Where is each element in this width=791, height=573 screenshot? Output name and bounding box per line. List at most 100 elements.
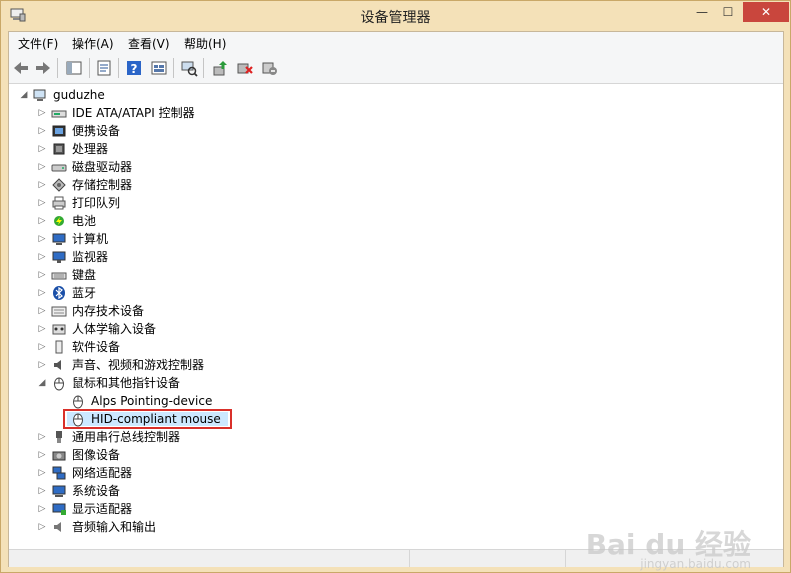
expand-arrow-icon[interactable]: ▷	[37, 122, 47, 140]
expand-arrow-icon[interactable]: ▷	[37, 158, 47, 176]
portable-device-icon	[52, 125, 66, 137]
close-button[interactable]: ✕	[743, 2, 789, 22]
expand-arrow-icon[interactable]: ▷	[37, 212, 47, 230]
toolbar: ?	[9, 53, 783, 84]
menu-file[interactable]: 文件(F)	[18, 35, 58, 52]
tree-category-node[interactable]: ▷ 显示适配器	[10, 500, 770, 518]
expand-arrow-icon[interactable]: ▷	[37, 428, 47, 446]
root-computer-icon	[33, 89, 46, 101]
back-icon[interactable]	[12, 59, 30, 77]
tree-node-label: Alps Pointing-device	[91, 394, 213, 408]
expand-arrow-icon[interactable]: ▷	[37, 464, 47, 482]
tree-node-label: 键盘	[72, 268, 97, 282]
view-icon[interactable]	[150, 59, 168, 77]
tree-category-node[interactable]: ▷ 蓝牙	[10, 284, 770, 302]
update-driver-icon[interactable]	[212, 59, 230, 77]
expand-arrow-icon[interactable]: ▷	[37, 338, 47, 356]
disable-device-icon[interactable]	[236, 59, 254, 77]
status-cell	[409, 550, 566, 567]
scan-hardware-icon[interactable]	[180, 59, 198, 77]
menu-help[interactable]: 帮助(H)	[184, 35, 226, 52]
expand-arrow-icon[interactable]: ▷	[37, 104, 47, 122]
expand-arrow-icon[interactable]: ▷	[37, 446, 47, 464]
tree-category-node[interactable]: ▷ 监视器	[10, 248, 770, 266]
forward-icon[interactable]	[34, 59, 52, 77]
expand-arrow-icon[interactable]: ▷	[37, 518, 47, 536]
usb-icon	[56, 431, 62, 443]
tree-node-label: 监视器	[72, 250, 109, 264]
disk-drive-icon	[51, 164, 67, 172]
tree-node-label: 鼠标和其他指针设备	[72, 376, 181, 390]
tree-root-node[interactable]: ◢ guduzhe	[10, 86, 770, 104]
tree-category-node[interactable]: ◢ 鼠标和其他指针设备	[10, 374, 770, 392]
tree-category-node[interactable]: ▷ 软件设备	[10, 338, 770, 356]
tree-device-node[interactable]: Alps Pointing-device	[10, 392, 770, 410]
hid-icon	[52, 324, 66, 335]
tree-category-node[interactable]: ▷ 系统设备	[10, 482, 770, 500]
tree-category-node[interactable]: ▷ 通用串行总线控制器	[10, 428, 770, 446]
battery-icon	[54, 216, 64, 226]
tree-category-node[interactable]: ▷ 打印队列	[10, 194, 770, 212]
expand-arrow-icon[interactable]: ▷	[37, 302, 47, 320]
expand-arrow-icon[interactable]: ▷	[37, 500, 47, 518]
uninstall-device-icon[interactable]	[260, 59, 278, 77]
tree-node-label: 通用串行总线控制器	[72, 430, 181, 444]
tree-node-label: 电池	[72, 214, 97, 228]
maximize-button[interactable]: ☐	[715, 2, 741, 22]
monitor-icon	[52, 251, 66, 263]
expand-arrow-icon[interactable]: ▷	[37, 482, 47, 500]
tree-category-node[interactable]: ▷ 键盘	[10, 266, 770, 284]
title-bar[interactable]: 设备管理器 — ☐ ✕	[1, 1, 790, 31]
help-icon[interactable]: ?	[125, 59, 143, 77]
tree-category-node[interactable]: ▷ 磁盘驱动器	[10, 158, 770, 176]
tree-category-node[interactable]: ▷ 内存技术设备	[10, 302, 770, 320]
toolbar-separator	[57, 58, 58, 78]
tree-node-label: 处理器	[72, 142, 109, 156]
expand-arrow-icon[interactable]: ▷	[37, 266, 47, 284]
keyboard-icon	[51, 272, 67, 280]
system-device-icon	[52, 485, 66, 497]
expand-arrow-icon[interactable]: ▷	[37, 230, 47, 248]
tree-category-node[interactable]: ▷ 声音、视频和游戏控制器	[10, 356, 770, 374]
expand-arrow-icon[interactable]: ▷	[37, 194, 47, 212]
tree-category-node[interactable]: ▷ IDE ATA/ATAPI 控制器	[10, 104, 770, 122]
collapse-arrow-icon[interactable]: ◢	[37, 374, 47, 392]
properties-icon[interactable]	[95, 59, 113, 77]
network-adapter-icon	[52, 466, 66, 480]
toolbar-separator	[89, 58, 90, 78]
bluetooth-icon	[53, 286, 65, 300]
expand-arrow-icon[interactable]: ▷	[37, 320, 47, 338]
minimize-button[interactable]: —	[689, 2, 715, 22]
expand-arrow-icon[interactable]: ▷	[37, 140, 47, 158]
tree-node-label: 网络适配器	[72, 466, 133, 480]
menu-view[interactable]: 查看(V)	[128, 35, 170, 52]
menu-action[interactable]: 操作(A)	[72, 35, 114, 52]
sound-icon	[54, 360, 61, 370]
tree-category-node[interactable]: ▷ 便携设备	[10, 122, 770, 140]
tree-category-node[interactable]: ▷ 电池	[10, 212, 770, 230]
device-manager-window: 设备管理器 — ☐ ✕ 文件(F) 操作(A) 查看(V) 帮助(H) ? ◢ …	[0, 0, 791, 573]
device-tree[interactable]: ◢ guduzhe ▷ IDE ATA/ATAPI 控制器 ▷ 便携设备 ▷ 处理器 ▷ 磁盘驱动…	[10, 84, 782, 549]
toolbar-separator	[203, 58, 204, 78]
tree-category-node[interactable]: ▷ 网络适配器	[10, 464, 770, 482]
tree-category-node[interactable]: ▷ 计算机	[10, 230, 770, 248]
tree-node-label: IDE ATA/ATAPI 控制器	[72, 106, 195, 120]
tree-node-label: 人体学输入设备	[72, 322, 157, 336]
tree-node-label: 显示适配器	[72, 502, 133, 516]
expand-arrow-icon[interactable]: ▷	[37, 176, 47, 194]
collapse-arrow-icon[interactable]: ◢	[19, 86, 29, 104]
expand-arrow-icon[interactable]: ▷	[37, 356, 47, 374]
mouse-icon	[73, 395, 83, 409]
tree-category-node[interactable]: ▷ 处理器	[10, 140, 770, 158]
tree-category-node[interactable]: ▷ 存储控制器	[10, 176, 770, 194]
expand-arrow-icon[interactable]: ▷	[37, 284, 47, 302]
storage-controller-icon	[52, 178, 66, 192]
tree-category-node[interactable]: ▷ 人体学输入设备	[10, 320, 770, 338]
tree-node-label: 软件设备	[72, 340, 121, 354]
window-title: 设备管理器	[360, 10, 431, 26]
display-adapter-icon	[52, 503, 66, 515]
expand-arrow-icon[interactable]: ▷	[37, 248, 47, 266]
tree-category-node[interactable]: ▷ 图像设备	[10, 446, 770, 464]
toolbar-separator	[118, 58, 119, 78]
show-hide-tree-icon[interactable]	[65, 59, 83, 77]
